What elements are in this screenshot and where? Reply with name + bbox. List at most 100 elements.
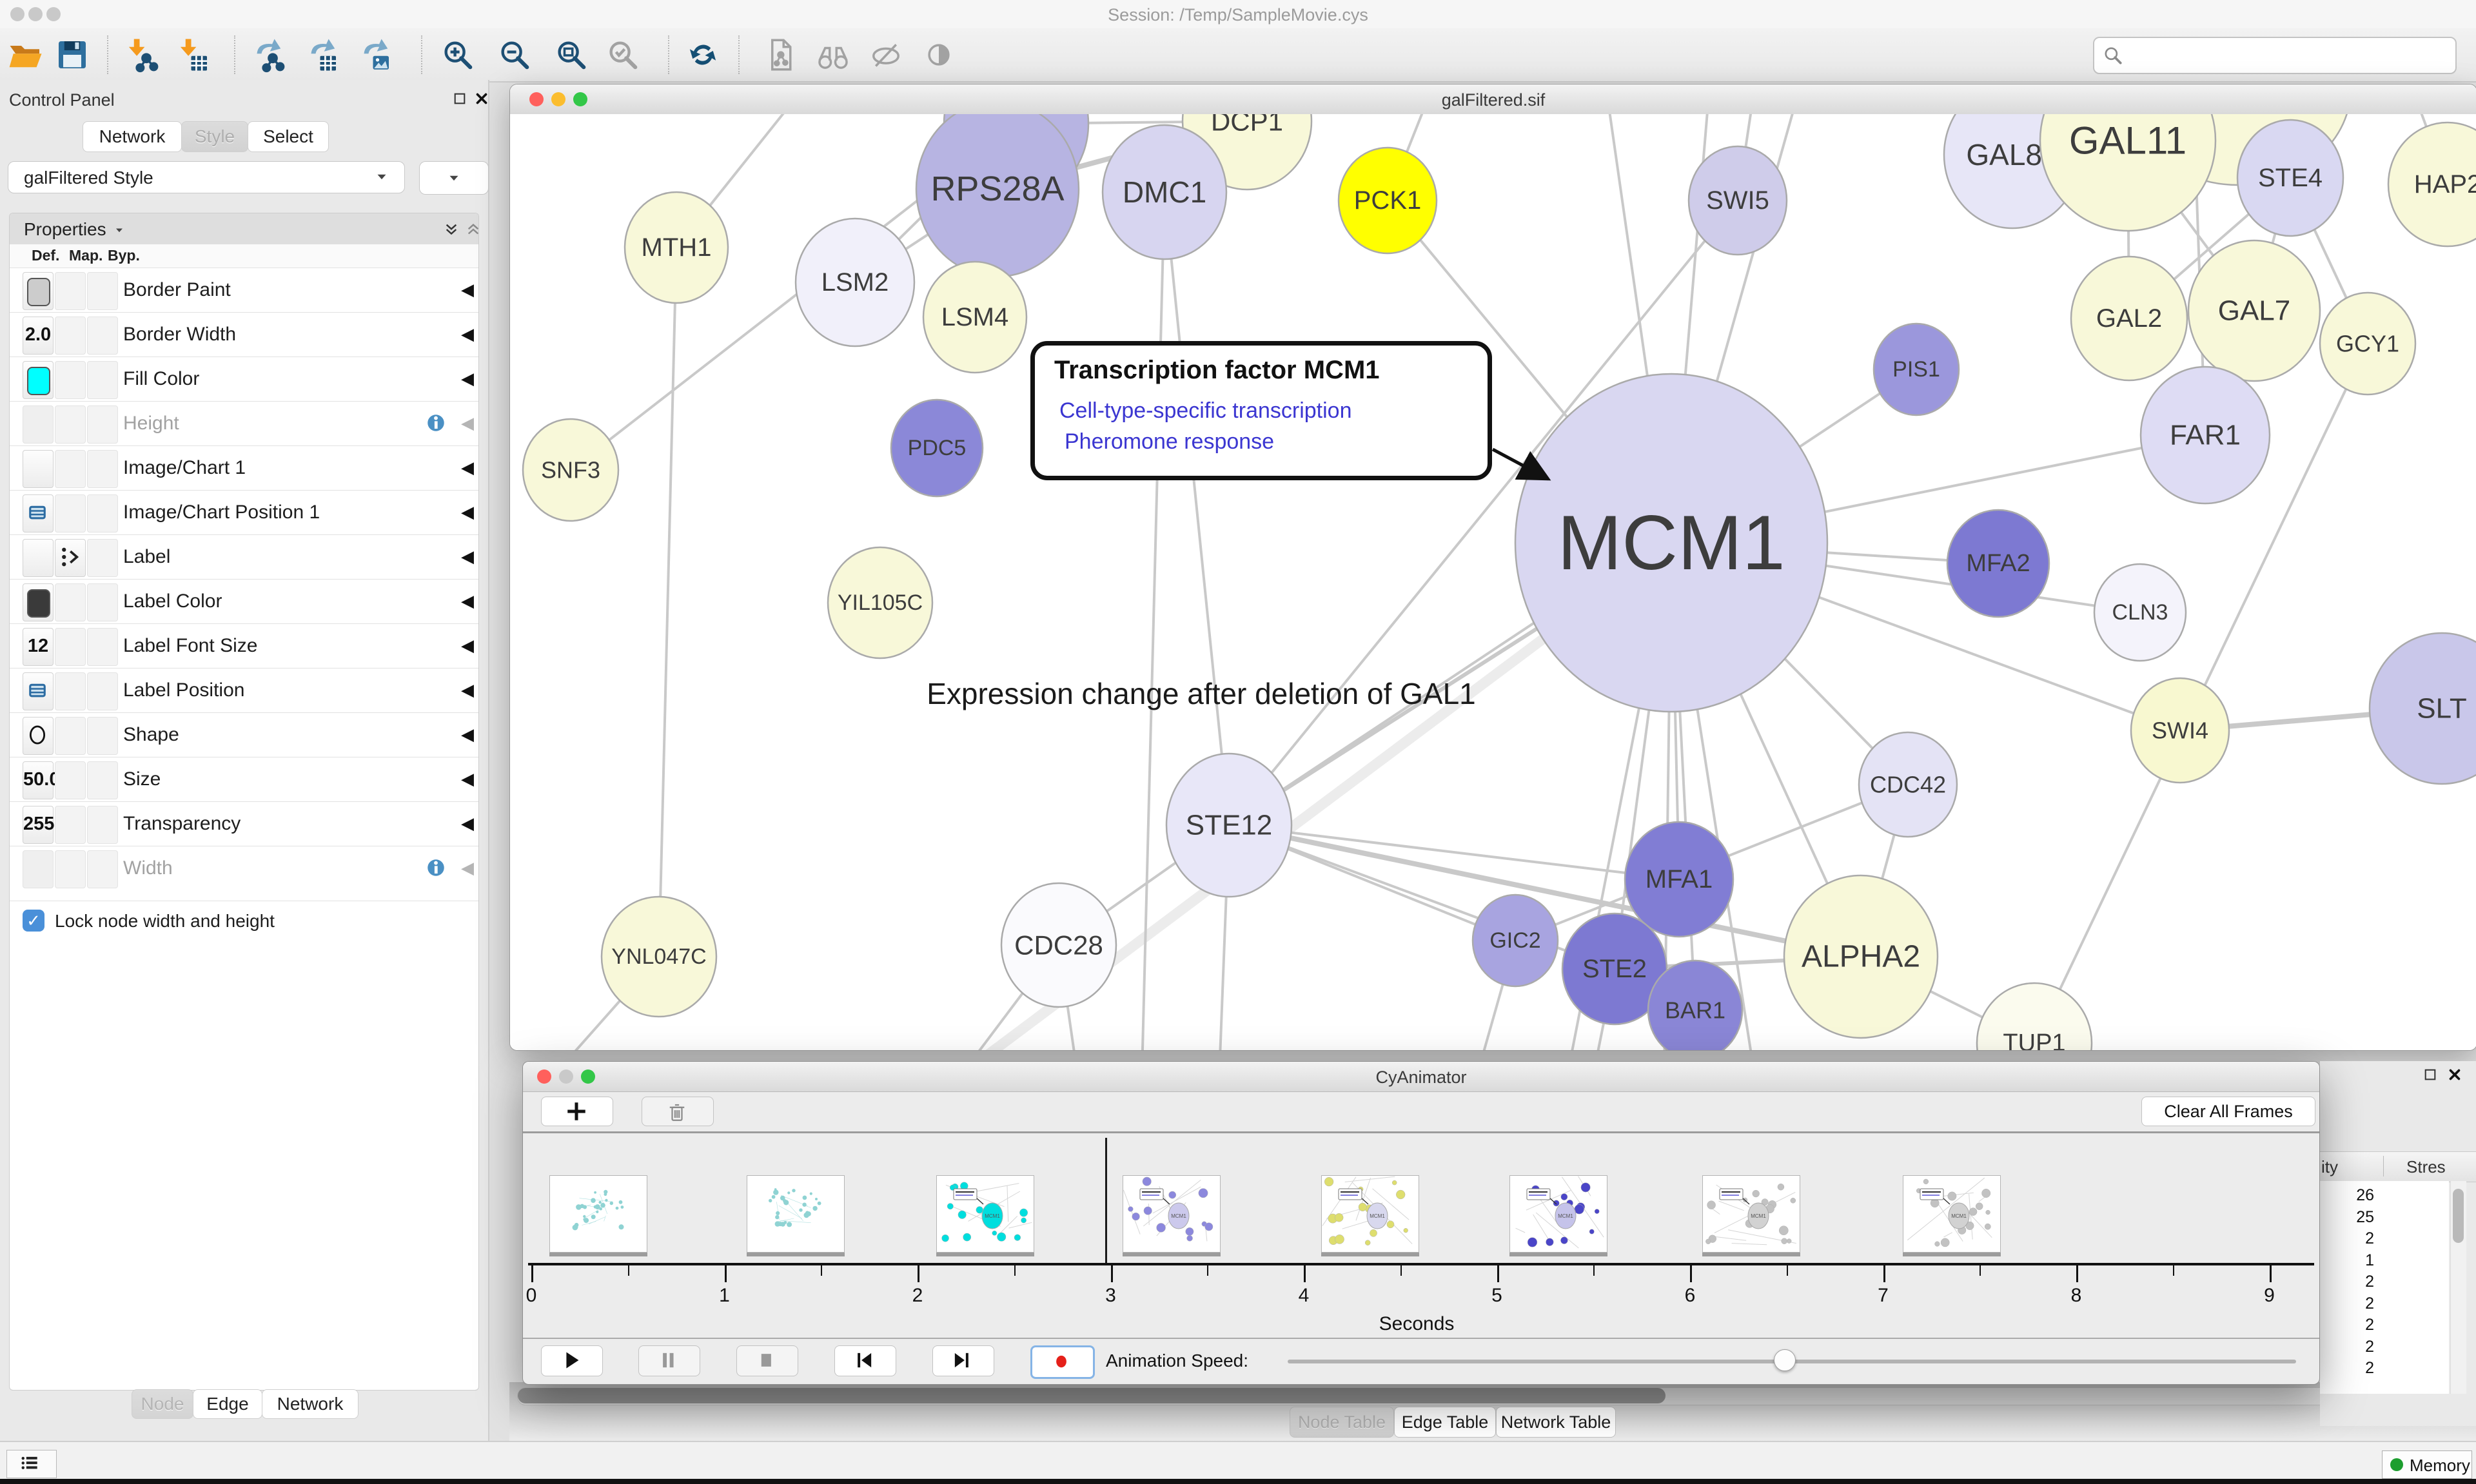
expand-row-icon[interactable]: ◀: [461, 858, 474, 878]
default-value-cell[interactable]: 50.0: [23, 761, 54, 799]
property-row-label-position[interactable]: Label Position◀: [10, 668, 478, 713]
properties-header[interactable]: Properties: [10, 213, 478, 245]
expand-row-icon[interactable]: ◀: [461, 769, 474, 789]
default-value-cell[interactable]: [23, 405, 54, 444]
table-cell-value[interactable]: 2: [2316, 1359, 2374, 1378]
bypass-cell[interactable]: [87, 450, 118, 488]
hide-graphics-icon[interactable]: [868, 37, 904, 73]
table-body[interactable]: 26252122222: [2320, 1181, 2449, 1394]
frame-thumbnail-3[interactable]: MCM1: [1123, 1175, 1221, 1253]
property-row-image-chart-position-1[interactable]: Image/Chart Position 1◀: [10, 490, 478, 535]
table-column-header[interactable]: ity: [2321, 1157, 2338, 1177]
property-row-height[interactable]: Height◀: [10, 401, 478, 446]
show-graphics-icon[interactable]: [921, 37, 957, 73]
mapping-cell[interactable]: [55, 806, 86, 844]
column-divider[interactable]: [2383, 1156, 2384, 1176]
collapse-all-icon[interactable]: [465, 221, 479, 238]
clear-all-frames-button[interactable]: Clear All Frames: [2141, 1097, 2315, 1126]
default-value-cell[interactable]: 2.0: [23, 317, 54, 355]
expand-all-icon[interactable]: [443, 221, 460, 238]
search-input[interactable]: [2130, 40, 2442, 70]
expand-row-icon[interactable]: ◀: [461, 369, 474, 389]
search-network-icon[interactable]: [815, 37, 851, 73]
tab-select[interactable]: Select: [248, 121, 329, 152]
expand-row-icon[interactable]: ◀: [461, 725, 474, 745]
property-row-border-width[interactable]: 2.0Border Width◀: [10, 312, 478, 357]
pause-button[interactable]: [638, 1345, 700, 1376]
annotation-link[interactable]: Cell-type-specific transcription: [1059, 398, 1352, 424]
bypass-cell[interactable]: [87, 583, 118, 621]
table-column-header[interactable]: Stres: [2406, 1157, 2446, 1177]
network-window-titlebar[interactable]: galFiltered.sif: [510, 84, 2476, 115]
timeline-playhead[interactable]: [1105, 1138, 1107, 1264]
stop-button[interactable]: [736, 1345, 798, 1376]
frame-thumbnail-5[interactable]: MCM1: [1509, 1175, 1607, 1253]
record-button[interactable]: [1030, 1345, 1095, 1379]
property-row-label-font-size[interactable]: 12Label Font Size◀: [10, 623, 478, 669]
mapping-cell[interactable]: [55, 450, 86, 488]
zoom-in-icon[interactable]: [440, 37, 476, 73]
timeline-ruler[interactable]: [528, 1263, 2314, 1265]
expand-row-icon[interactable]: ◀: [461, 591, 474, 611]
tab-node-style[interactable]: Node: [132, 1389, 193, 1419]
bypass-cell[interactable]: [87, 850, 118, 888]
tab-network[interactable]: Network: [83, 121, 182, 152]
info-icon[interactable]: [425, 412, 447, 434]
table-header-row[interactable]: ity Stres: [2320, 1151, 2476, 1182]
bypass-cell[interactable]: [87, 672, 118, 710]
close-panel-icon[interactable]: [473, 90, 490, 107]
expand-row-icon[interactable]: ◀: [461, 413, 474, 433]
mapping-cell[interactable]: [55, 272, 86, 310]
float-panel-icon[interactable]: [451, 90, 468, 107]
frame-thumbnail-7[interactable]: MCM1: [1903, 1175, 2001, 1253]
default-value-cell[interactable]: 255: [23, 806, 54, 844]
table-cell-value[interactable]: 2: [2316, 1316, 2374, 1334]
property-row-label-color[interactable]: Label Color◀: [10, 579, 478, 624]
bypass-cell[interactable]: [87, 361, 118, 399]
memory-button[interactable]: Memory: [2382, 1450, 2472, 1479]
tab-edge-style[interactable]: Edge: [193, 1389, 262, 1419]
property-row-width[interactable]: Width◀: [10, 846, 478, 891]
network-edge[interactable]: [659, 248, 676, 957]
style-options-button[interactable]: [419, 161, 489, 195]
frame-thumbnail-2[interactable]: MCM1: [936, 1175, 1034, 1253]
expand-row-icon[interactable]: ◀: [461, 324, 474, 344]
mapping-cell[interactable]: [55, 361, 86, 399]
bypass-cell[interactable]: [87, 761, 118, 799]
info-icon[interactable]: [425, 857, 447, 879]
expand-row-icon[interactable]: ◀: [461, 680, 474, 700]
add-frame-button[interactable]: [541, 1097, 613, 1126]
network-file-icon[interactable]: [762, 37, 798, 73]
mapping-cell[interactable]: [55, 494, 86, 532]
skip-to-end-button[interactable]: [932, 1345, 994, 1376]
expand-row-icon[interactable]: ◀: [461, 547, 474, 567]
table-cell-value[interactable]: 1: [2316, 1251, 2374, 1270]
export-table-icon[interactable]: [304, 37, 340, 73]
position-icon[interactable]: [23, 672, 54, 710]
open-session-icon[interactable]: [8, 37, 44, 73]
vertical-scrollbar[interactable]: [2450, 1181, 2466, 1394]
mapping-cell[interactable]: [55, 317, 86, 355]
float-panel-icon[interactable]: [2422, 1066, 2439, 1083]
horizontal-scrollbar[interactable]: [517, 1387, 2328, 1405]
style-selector[interactable]: galFiltered Style: [8, 161, 405, 193]
tab-network-table[interactable]: Network Table: [1496, 1407, 1616, 1438]
search-box[interactable]: [2093, 37, 2457, 74]
refresh-icon[interactable]: [685, 37, 721, 73]
bypass-cell[interactable]: [87, 405, 118, 444]
bypass-cell[interactable]: [87, 717, 118, 755]
tab-node-table[interactable]: Node Table: [1290, 1407, 1394, 1438]
import-table-icon[interactable]: [175, 37, 211, 73]
property-row-shape[interactable]: Shape◀: [10, 712, 478, 757]
frame-thumbnail-1[interactable]: [747, 1175, 845, 1253]
slider-thumb[interactable]: [1774, 1349, 1796, 1371]
default-value-cell[interactable]: [23, 272, 54, 310]
skip-to-start-button[interactable]: [834, 1345, 896, 1376]
expand-row-icon[interactable]: ◀: [461, 502, 474, 522]
scrollbar-thumb[interactable]: [2453, 1189, 2464, 1243]
frame-thumbnail-6[interactable]: MCM1: [1702, 1175, 1800, 1253]
save-session-icon[interactable]: [54, 37, 90, 73]
import-network-icon[interactable]: [124, 37, 160, 73]
network-canvas[interactable]: DCP1RPS28ADMC1PCK1SWI5GAL80GAL11STE4HAP2…: [510, 114, 2476, 1050]
bypass-cell[interactable]: [87, 628, 118, 666]
